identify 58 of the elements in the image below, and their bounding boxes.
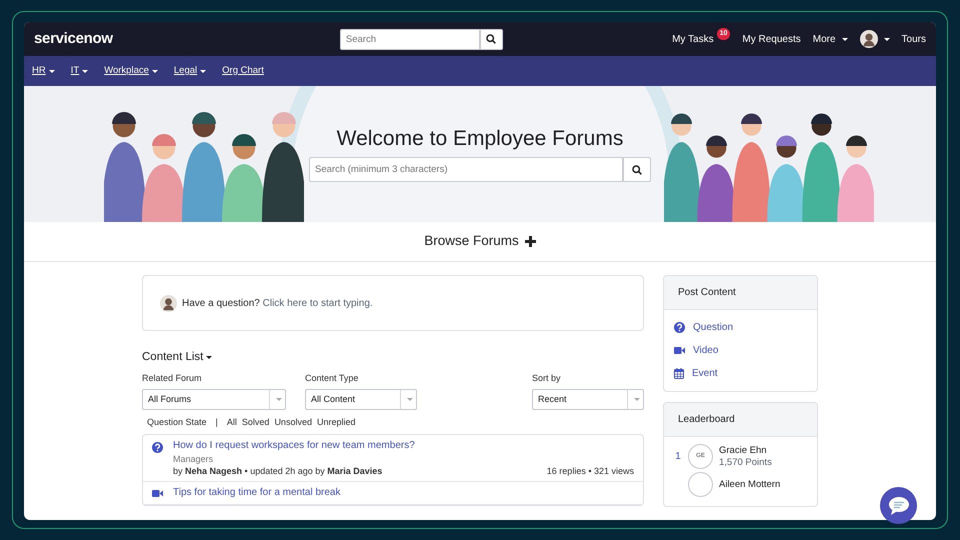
post-title-link[interactable]: How do I request workspaces for new team members? [173, 440, 415, 452]
search-icon [486, 34, 496, 44]
nav-menu-item[interactable]: Workplace [104, 64, 158, 78]
avatar-icon[interactable] [860, 30, 878, 48]
rank-number: 1 [674, 450, 682, 464]
field-label: Content Type [305, 372, 360, 386]
video-camera-icon [152, 489, 163, 498]
user-initials-avatar [688, 472, 713, 497]
separator: | [216, 416, 218, 429]
field-label: Related Forum [142, 372, 203, 386]
plus-icon [524, 236, 536, 247]
avatar-icon [160, 294, 177, 312]
question-icon [152, 442, 163, 454]
search-button[interactable] [623, 157, 651, 182]
caret-icon [884, 38, 890, 40]
filter-label: Question State [147, 416, 207, 429]
filter-link[interactable]: All [226, 416, 237, 430]
menu-link[interactable]: More [812, 32, 848, 46]
select-field[interactable]: Recent [532, 388, 644, 410]
nav-link[interactable]: Tours [902, 32, 926, 46]
post-byline: by Neha Nagesh • updated 2h ago by Maria Davies [173, 464, 382, 478]
nav-menu-item[interactable]: IT [70, 64, 88, 78]
question-icon [674, 322, 685, 333]
hero-title: Welcome to Employee Forums [336, 126, 624, 152]
question-prompt: Have a question? Click here to start typing. [182, 296, 373, 310]
filter-link[interactable]: Unreplied [316, 416, 356, 430]
select-field[interactable]: All Forums [142, 388, 286, 410]
select-field[interactable]: All Content [305, 388, 417, 410]
forum-name: Managers [173, 452, 214, 465]
search-field[interactable]: Search (minimum 3 characters) [309, 157, 623, 182]
nav-menu-item[interactable]: Legal [174, 64, 206, 78]
user-points: 1,570 Points [719, 456, 772, 468]
browse-forums-button[interactable]: Browse Forums [424, 231, 536, 252]
filter-link[interactable]: Solved [242, 416, 270, 430]
post-stats: 16 replies • 321 views [546, 464, 634, 478]
video-camera-icon [674, 346, 685, 355]
calendar-icon [674, 368, 684, 379]
start-typing-link[interactable]: Click here to start typing. [262, 298, 373, 308]
user-name: Gracie Ehn [719, 445, 768, 456]
caret-icon [842, 38, 848, 40]
nav-link[interactable]: My Requests [742, 32, 801, 46]
chat-bubble-icon [888, 496, 910, 516]
search-icon [632, 164, 642, 175]
user-name: Aileen Mottern [719, 478, 780, 490]
filter-link[interactable]: Unsolved [274, 416, 312, 430]
search-button[interactable] [480, 28, 503, 50]
post-type-link[interactable]: Question [674, 316, 807, 339]
field-label: Sort by [532, 372, 562, 386]
content-list-dropdown[interactable]: Content List [142, 349, 212, 366]
card-title: Leaderboard [664, 403, 817, 437]
logo[interactable]: servicenow [34, 28, 113, 50]
post-type-link[interactable]: Video [674, 339, 807, 362]
post-type-link[interactable]: Event [674, 362, 807, 385]
card-title: Post Content [664, 276, 817, 310]
nav-menu-item[interactable]: Org Chart [222, 64, 264, 78]
search-field[interactable]: Search [340, 28, 480, 50]
nav-menu-item[interactable]: HR [32, 64, 55, 78]
post-title-link[interactable]: Tips for taking time for a mental break [173, 487, 340, 498]
